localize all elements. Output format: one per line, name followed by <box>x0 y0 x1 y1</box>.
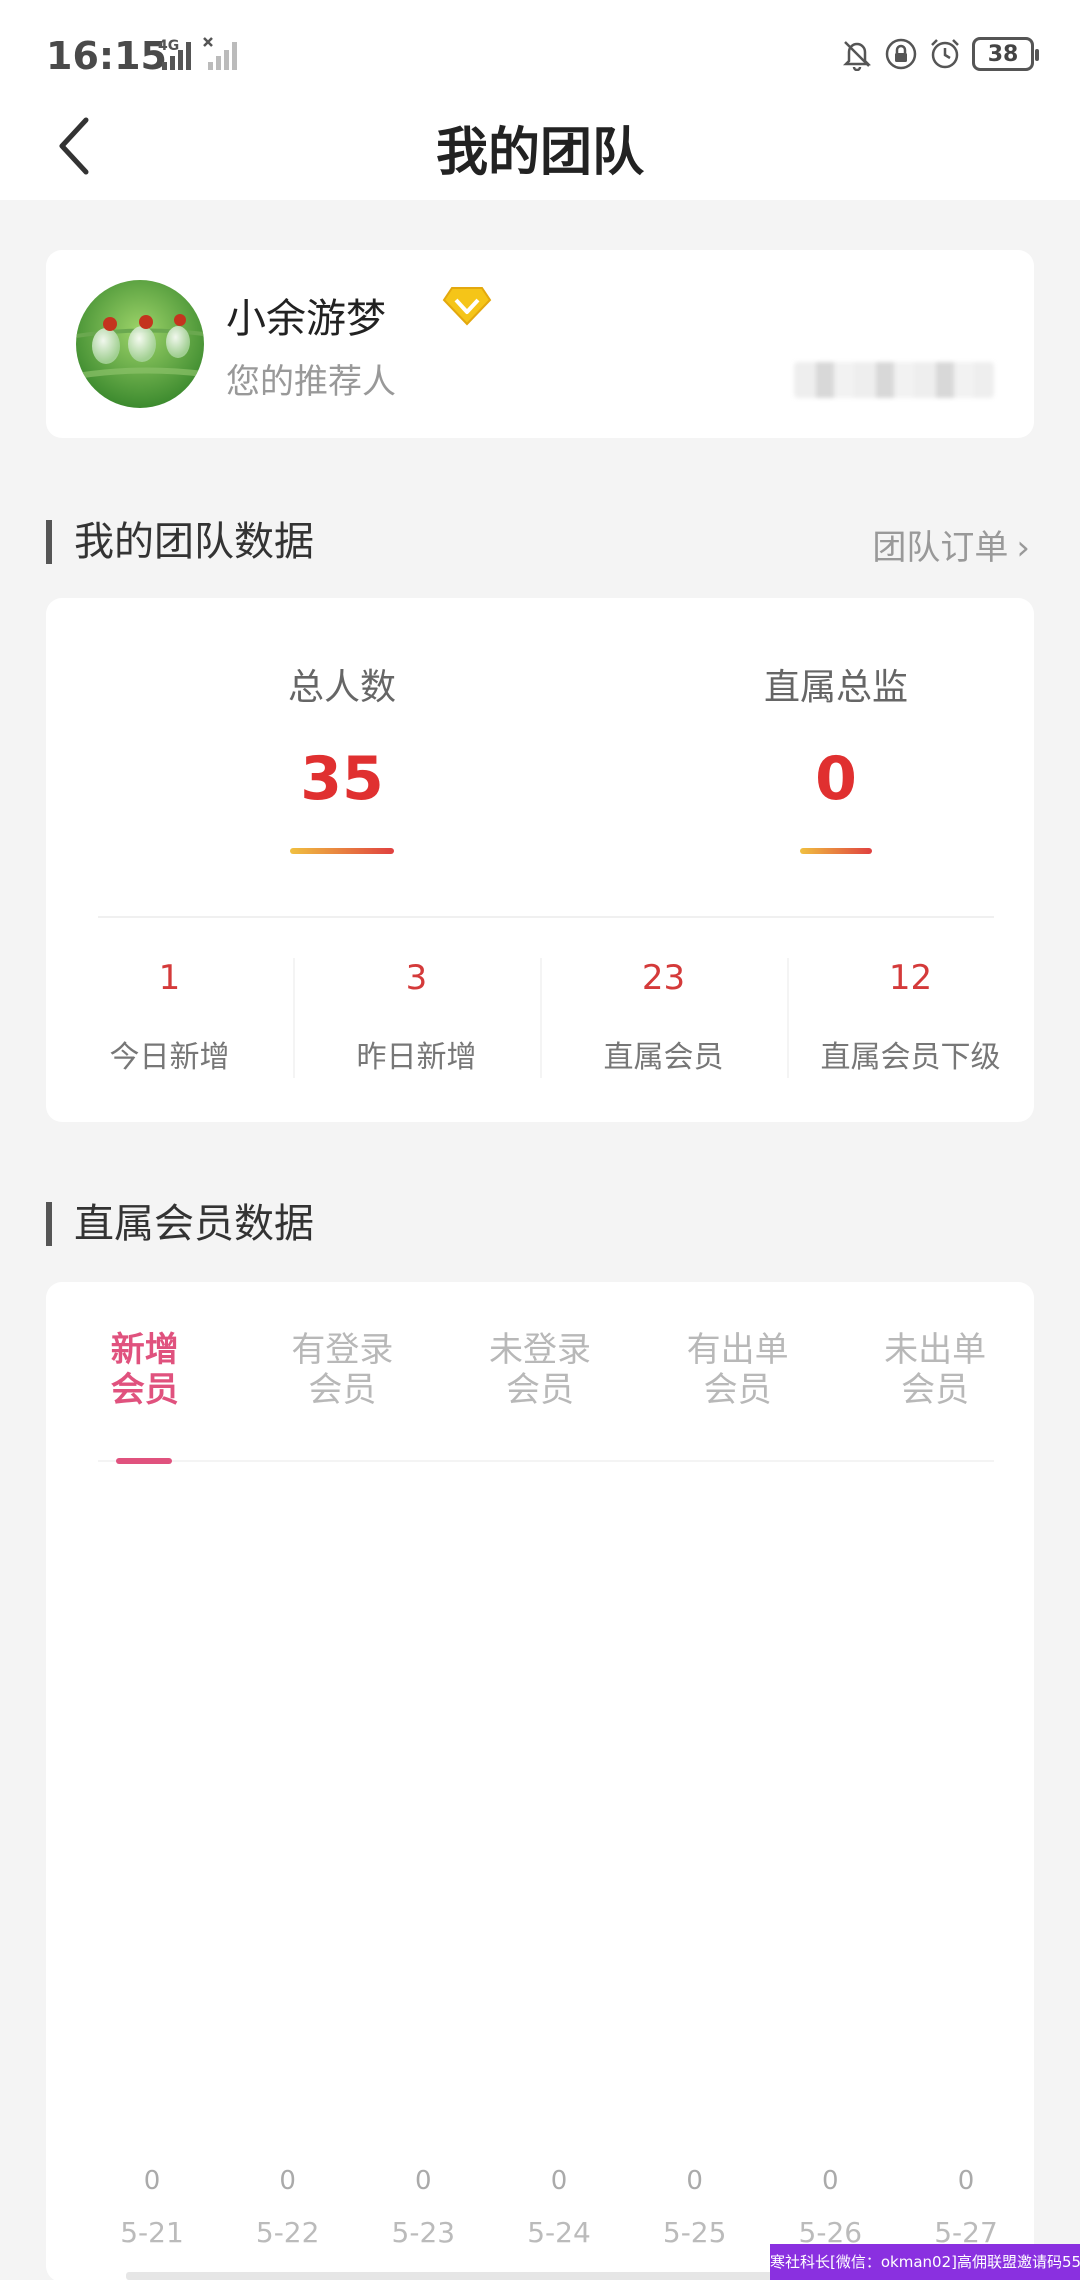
referrer-card[interactable]: 小余游梦 您的推荐人 <box>46 250 1034 438</box>
alarm-icon <box>931 39 959 69</box>
stat-yesterday-new[interactable]: 3 昨日新增 <box>293 938 540 1078</box>
team-section-title: 我的团队数据 <box>46 520 314 564</box>
stat-label: 昨日新增 <box>356 1040 477 1075</box>
tab-ordering-members[interactable]: 有出单 会员 <box>639 1330 837 1410</box>
stat-label: 直属会员 <box>603 1040 724 1075</box>
stat-direct-members[interactable]: 23 直属会员 <box>540 938 787 1078</box>
top-area: 16:15 4G 38 我的团队 <box>0 0 1080 200</box>
status-bar: 16:15 4G 38 <box>0 0 1080 110</box>
tab-new-members[interactable]: 新增 会员 <box>46 1330 244 1410</box>
tab-line: 未出单 <box>884 1330 987 1370</box>
stat-label: 今日新增 <box>109 1040 230 1075</box>
signal-icon: 4G <box>158 37 237 70</box>
x-tick-label: 5-24 <box>527 2216 591 2249</box>
x-tick-label: 5-23 <box>391 2216 456 2249</box>
director-value: 0 <box>815 744 857 814</box>
x-tick-label: 5-25 <box>662 2216 727 2249</box>
stat-value: 12 <box>888 958 933 998</box>
stat-label: 直属会员下级 <box>820 1040 1001 1075</box>
referrer-role: 您的推荐人 <box>226 362 396 402</box>
status-right: 38 <box>840 34 1039 74</box>
stat-today-new[interactable]: 1 今日新增 <box>46 938 293 1076</box>
tab-logged-in-members[interactable]: 有登录 会员 <box>244 1330 442 1410</box>
status-time: 16:15 <box>46 34 167 78</box>
x-tick-label: 5-22 <box>255 2216 320 2249</box>
total-people-label: 总人数 <box>287 667 396 708</box>
stat-value: 1 <box>158 958 181 998</box>
director-stat[interactable]: 直属总监 0 <box>686 658 986 854</box>
tab-line: 新增 <box>110 1330 179 1370</box>
network-type: 4G <box>158 38 179 54</box>
data-label: 0 <box>957 2166 975 2196</box>
tab-line: 未登录 <box>488 1330 591 1370</box>
stat-row: 1 今日新增 3 昨日新增 23 直属会员 12 直属会员下级 <box>46 938 1034 1078</box>
accent-bar <box>290 848 394 854</box>
header: 我的团队 <box>0 100 1080 200</box>
team-orders-link[interactable]: 团队订单 › <box>872 520 1030 569</box>
data-label: 0 <box>279 2166 296 2196</box>
team-orders-label: 团队订单 <box>872 528 1009 568</box>
tab-line: 有登录 <box>291 1330 394 1370</box>
team-stats-card: 总人数 35 直属总监 0 1 今日新增 3 昨日新增 23 直属会员 12 直… <box>46 598 1034 1122</box>
tab-line: 会员 <box>308 1370 377 1410</box>
blurred-id <box>794 362 994 398</box>
page-title: 我的团队 <box>435 123 644 183</box>
total-people-stat[interactable]: 总人数 35 <box>192 658 492 854</box>
rotation-lock-icon <box>885 38 917 70</box>
stat-direct-subordinates[interactable]: 12 直属会员下级 <box>787 938 1034 1078</box>
diamond-vip-icon <box>442 287 492 326</box>
x-tick-label: 5-21 <box>120 2216 184 2249</box>
referrer-name: 小余游梦 <box>226 296 386 342</box>
battery-icon: 38 <box>972 37 1039 71</box>
tab-divider <box>98 1460 994 1462</box>
stat-value: 3 <box>405 958 428 998</box>
data-label: 0 <box>415 2166 432 2196</box>
data-label: 0 <box>550 2166 568 2196</box>
total-people-value: 35 <box>300 744 384 814</box>
stat-value: 23 <box>641 958 686 998</box>
tab-indicator <box>116 1458 172 1464</box>
data-label: 0 <box>686 2166 703 2196</box>
member-tabs: 新增 会员 有登录 会员 未登录 会员 有出单 会员 未出单 会员 <box>46 1330 1034 1410</box>
chevron-right-icon: › <box>1016 528 1030 568</box>
divider <box>98 916 994 918</box>
avatar[interactable] <box>76 280 204 408</box>
director-label: 直属总监 <box>763 667 908 708</box>
tab-non-ordering-members[interactable]: 未出单 会员 <box>836 1330 1034 1410</box>
data-label: 0 <box>143 2166 161 2196</box>
member-chart-card: 新增 会员 有登录 会员 未登录 会员 有出单 会员 未出单 会员 0 5-21 0… <box>46 1282 1034 2280</box>
tab-line: 有出单 <box>686 1330 789 1370</box>
tab-line: 会员 <box>505 1370 574 1410</box>
data-label: 0 <box>822 2166 839 2196</box>
watermark: 寒社科长[微信：okman02]高佣联盟邀请码555666 <box>770 2244 1080 2280</box>
accent-bar <box>800 848 872 854</box>
tab-line: 会员 <box>110 1370 179 1410</box>
tab-line: 会员 <box>703 1370 772 1410</box>
tab-not-logged-in-members[interactable]: 未登录 会员 <box>441 1330 639 1410</box>
tab-line: 会员 <box>901 1370 970 1410</box>
new-members-chart: 0 5-21 0 5-22 0 5-23 0 5-24 0 5-25 0 5-26 0 5-27 <box>46 1482 1034 2280</box>
mute-bell-icon <box>842 41 872 71</box>
member-section-title: 直属会员数据 <box>46 1202 314 1246</box>
